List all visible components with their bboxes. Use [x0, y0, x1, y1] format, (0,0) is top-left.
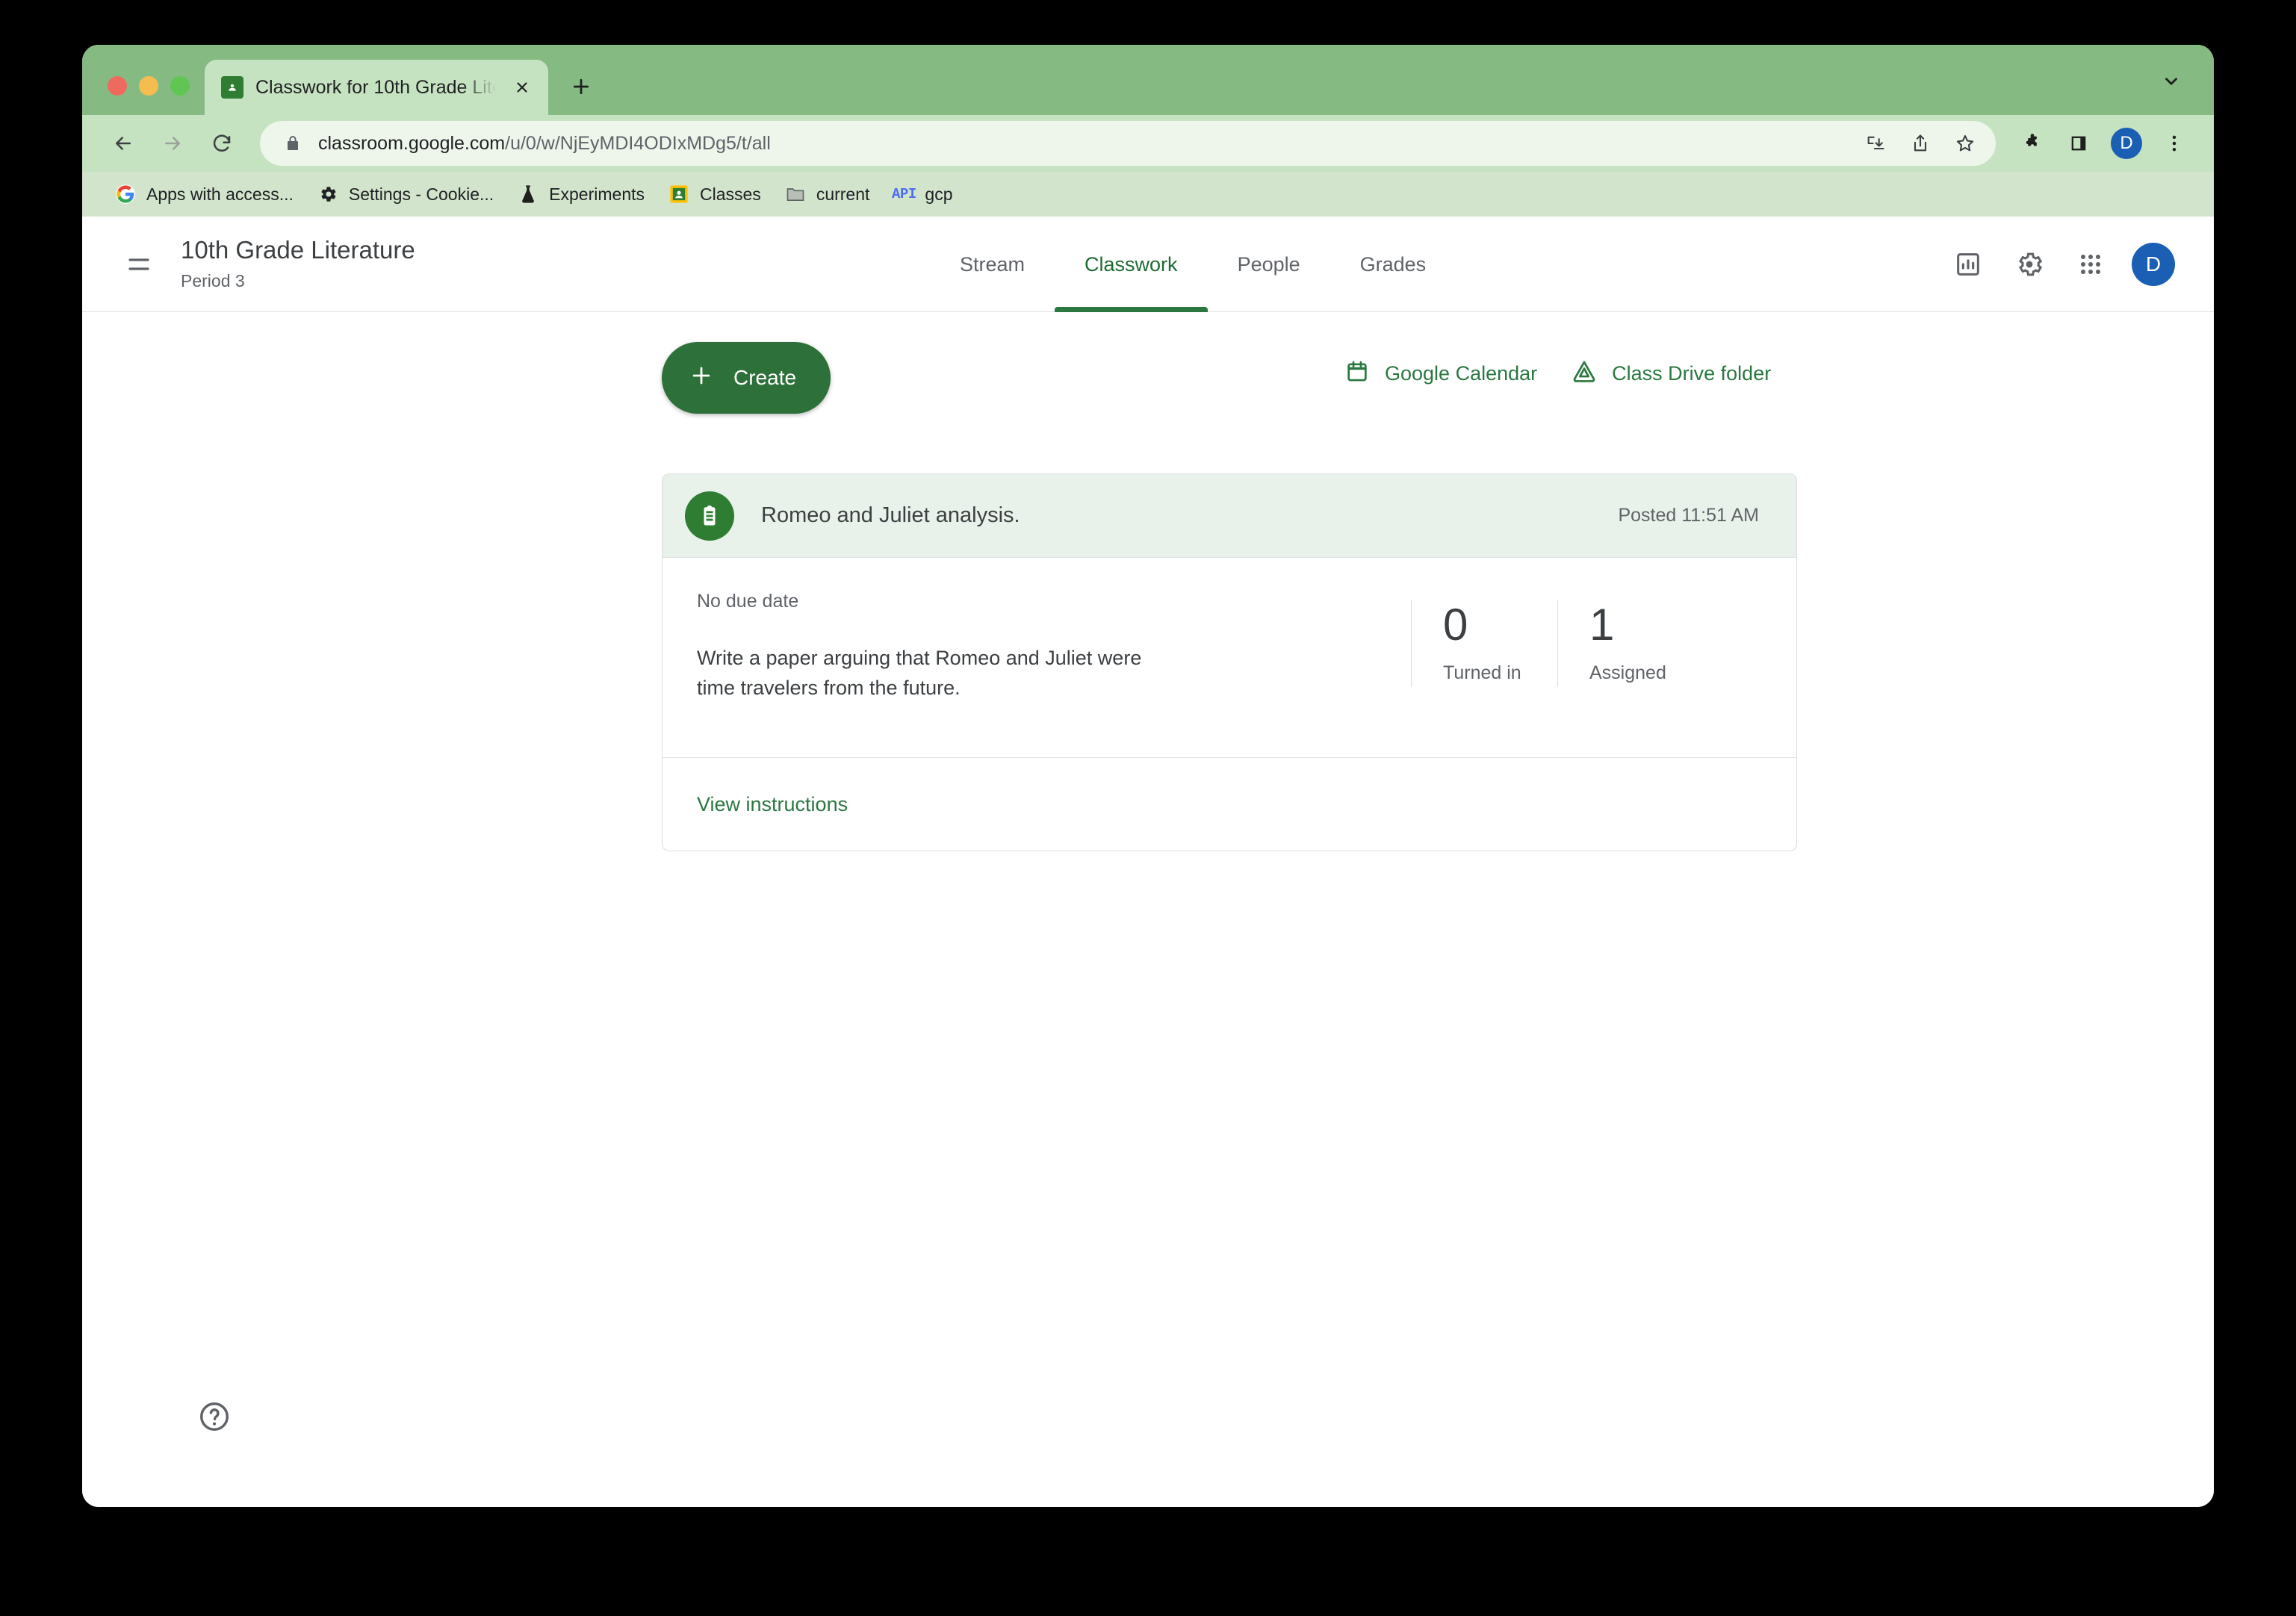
- folder-icon: [785, 184, 806, 205]
- browser-tab[interactable]: Classwork for 10th Grade Litera: [205, 60, 548, 115]
- toolbar-links: Google Calendar Class Drive folder: [1344, 358, 1771, 389]
- calendar-icon: [1344, 358, 1370, 389]
- google-calendar-link[interactable]: Google Calendar: [1344, 358, 1537, 389]
- bookmark-label: Settings - Cookie...: [348, 184, 494, 204]
- bookmark-current[interactable]: current: [773, 179, 882, 209]
- class-drive-folder-link[interactable]: Class Drive folder: [1571, 358, 1771, 389]
- close-window-button[interactable]: [108, 76, 127, 96]
- bookmark-label: gcp: [925, 184, 953, 204]
- lock-icon: [284, 134, 302, 152]
- classroom-page: 10th Grade Literature Period 3 Stream Cl…: [82, 217, 2214, 1507]
- assignment-card-header[interactable]: Romeo and Juliet analysis. Posted 11:51 …: [663, 474, 1796, 558]
- assignment-description: Write a paper arguing that Romeo and Jul…: [697, 647, 1142, 699]
- share-icon[interactable]: [1900, 123, 1940, 164]
- google-classroom-icon: [668, 184, 689, 205]
- url-path: /u/0/w/NjEyMDI4ODIxMDg5/t/all: [505, 132, 771, 154]
- apps-grid-icon[interactable]: [2070, 244, 2111, 285]
- google-drive-icon: [1571, 358, 1597, 389]
- posted-timestamp: Posted 11:51 AM: [1618, 505, 1759, 526]
- plus-icon: [689, 363, 714, 394]
- assignment-clipboard-icon: [685, 491, 734, 541]
- address-bar[interactable]: classroom.google.com/u/0/w/NjEyMDI4ODIxM…: [260, 121, 1996, 166]
- header-actions: D: [1948, 217, 2175, 312]
- create-button[interactable]: Create: [662, 342, 831, 414]
- maximize-window-button[interactable]: [170, 76, 190, 96]
- tab-search-chevron-down-icon[interactable]: [2154, 64, 2188, 99]
- stat-value: 1: [1589, 600, 1615, 650]
- classroom-tabs: Stream Classwork People Grades: [930, 217, 1456, 312]
- tab-grades[interactable]: Grades: [1330, 217, 1456, 312]
- google-classroom-icon: [221, 76, 243, 99]
- insights-chart-icon[interactable]: [1948, 244, 1988, 285]
- gear-icon[interactable]: [2009, 244, 2050, 285]
- bookmark-settings-cookies[interactable]: Settings - Cookie...: [305, 179, 506, 209]
- reload-button[interactable]: [200, 122, 243, 165]
- back-button[interactable]: [102, 122, 145, 165]
- forward-button[interactable]: [151, 122, 194, 165]
- browser-window: Classwork for 10th Grade Litera classroo: [82, 45, 2214, 1507]
- assignment-card[interactable]: Romeo and Juliet analysis. Posted 11:51 …: [662, 473, 1797, 851]
- window-controls: [82, 76, 205, 115]
- bookmark-label: Apps with access...: [146, 184, 294, 204]
- assignment-title: Romeo and Juliet analysis.: [761, 503, 1020, 527]
- gear-icon: [317, 184, 338, 205]
- bookmark-label: current: [816, 184, 870, 204]
- classwork-toolbar: Create Google Calendar Class Drive folde…: [82, 342, 2214, 414]
- page-title: 10th Grade Literature: [181, 236, 415, 264]
- help-icon[interactable]: [196, 1398, 233, 1435]
- hamburger-menu-icon[interactable]: [120, 245, 158, 284]
- view-instructions-link[interactable]: View instructions: [697, 793, 848, 816]
- url-host: classroom.google.com: [318, 132, 506, 154]
- tab-people[interactable]: People: [1208, 217, 1330, 312]
- tab-strip: Classwork for 10th Grade Litera: [82, 45, 2214, 115]
- create-button-label: Create: [733, 366, 797, 389]
- assignment-card-body: No due date Write a paper arguing that R…: [663, 558, 1796, 758]
- tab-classwork[interactable]: Classwork: [1055, 217, 1208, 312]
- browser-profile-avatar[interactable]: D: [2111, 128, 2142, 159]
- stat-turned-in[interactable]: 0 Turned in: [1411, 600, 1557, 687]
- browser-toolbar: classroom.google.com/u/0/w/NjEyMDI4ODIxM…: [82, 115, 2214, 172]
- extensions-puzzle-icon[interactable]: [2012, 123, 2053, 164]
- omnibox-actions: [1855, 123, 1985, 164]
- bookmark-star-icon[interactable]: [1945, 123, 1985, 164]
- assignment-stats: 0 Turned in 1 Assigned: [1411, 600, 1704, 687]
- minimize-window-button[interactable]: [139, 76, 158, 96]
- class-drive-folder-label: Class Drive folder: [1612, 362, 1772, 385]
- new-tab-button[interactable]: [559, 64, 604, 109]
- bookmarks-bar: Apps with access... Settings - Cookie...…: [82, 172, 2214, 217]
- stat-value: 0: [1443, 600, 1468, 650]
- class-title-block: 10th Grade Literature Period 3: [181, 234, 415, 291]
- google-g-icon: [115, 184, 136, 205]
- install-app-icon[interactable]: [1855, 123, 1896, 164]
- tab-title: Classwork for 10th Grade Litera: [255, 76, 496, 98]
- bookmark-experiments[interactable]: Experiments: [506, 179, 657, 209]
- avatar[interactable]: D: [2132, 243, 2175, 286]
- bookmark-gcp[interactable]: API gcp: [881, 179, 964, 209]
- bookmark-apps-with-access[interactable]: Apps with access...: [103, 179, 305, 209]
- bookmark-classes[interactable]: Classes: [657, 179, 773, 209]
- chrome-menu-icon[interactable]: [2154, 123, 2194, 164]
- side-panel-icon[interactable]: [2058, 123, 2099, 164]
- api-icon: API: [892, 186, 916, 202]
- google-calendar-label: Google Calendar: [1385, 362, 1538, 385]
- class-section: Period 3: [181, 270, 245, 290]
- classroom-header: 10th Grade Literature Period 3 Stream Cl…: [82, 217, 2214, 312]
- stat-assigned[interactable]: 1 Assigned: [1557, 600, 1704, 687]
- bookmark-label: Experiments: [549, 184, 645, 204]
- bookmark-label: Classes: [700, 184, 761, 204]
- assignment-card-footer: View instructions: [663, 758, 1796, 851]
- stat-label: Turned in: [1443, 662, 1521, 683]
- flask-icon: [518, 184, 539, 205]
- stat-label: Assigned: [1589, 662, 1666, 683]
- close-tab-icon[interactable]: [508, 73, 536, 102]
- url-text: classroom.google.com/u/0/w/NjEyMDI4ODIxM…: [318, 133, 771, 155]
- tab-stream[interactable]: Stream: [930, 217, 1055, 312]
